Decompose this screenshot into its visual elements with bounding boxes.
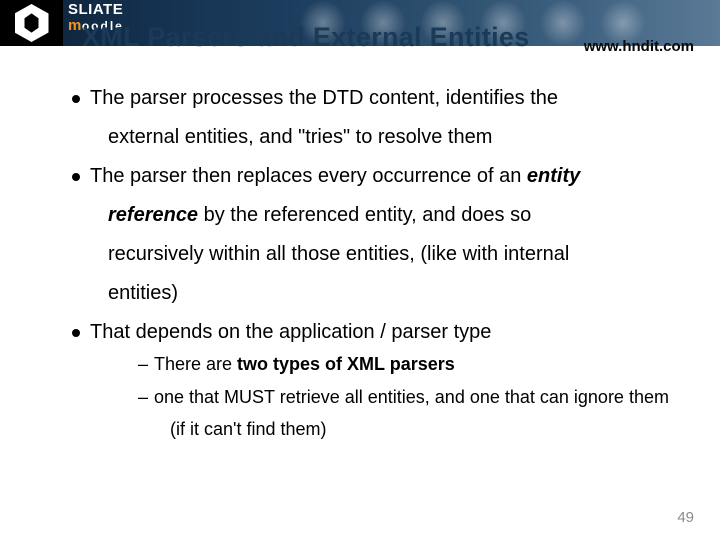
em-text: reference xyxy=(108,204,198,226)
bullet-1: The parser processes the DTD content, id… xyxy=(72,86,694,150)
bold-text: two types of XML parsers xyxy=(237,354,455,374)
text-line: reference by the referenced entity, and … xyxy=(108,203,694,228)
text: (if it can't find them) xyxy=(170,418,694,441)
text: The parser then replaces every occurrenc… xyxy=(90,165,527,187)
sub-bullet-1: There are two types of XML parsers xyxy=(138,353,694,376)
em-text: entity xyxy=(527,165,580,187)
content-area: The parser processes the DTD content, id… xyxy=(72,86,694,451)
logo-box xyxy=(0,0,63,46)
brand-m: m xyxy=(68,17,82,34)
text: The parser processes the DTD content, id… xyxy=(90,87,558,109)
text: That depends on the application / parser… xyxy=(90,321,491,343)
text: external entities, and "tries" to resolv… xyxy=(108,125,694,150)
bullet-2: The parser then replaces every occurrenc… xyxy=(72,164,694,306)
logo-icon xyxy=(15,4,49,42)
text: one that MUST retrieve all entities, and… xyxy=(154,387,669,407)
brand-line1: SLIATE xyxy=(68,2,124,18)
page-number: 49 xyxy=(677,509,694,526)
bullet-3: That depends on the application / parser… xyxy=(72,320,694,441)
text: recursively within all those entities, (… xyxy=(108,242,694,267)
text: entities) xyxy=(108,281,694,306)
text: There are xyxy=(154,354,237,374)
sub-bullet-2: one that MUST retrieve all entities, and… xyxy=(138,386,694,441)
slide: SLIATE moodle XML Parsers and External E… xyxy=(0,0,720,540)
site-url: www.hndit.com xyxy=(584,38,694,55)
slide-title: XML Parsers and External Entities xyxy=(82,22,530,53)
decor-icon xyxy=(540,0,586,46)
text: by the referenced entity, and does so xyxy=(198,204,531,226)
